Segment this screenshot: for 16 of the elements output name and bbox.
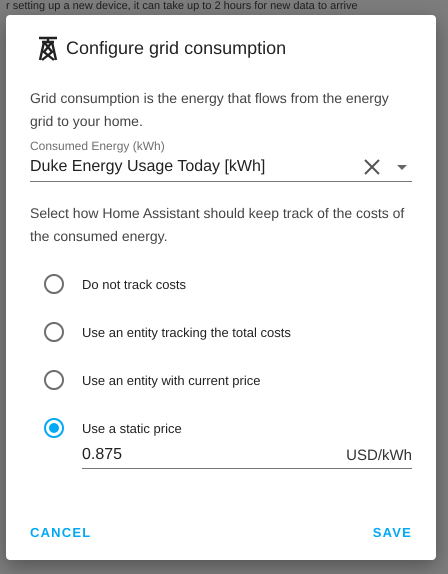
- radio-button[interactable]: [44, 418, 64, 438]
- transmission-tower-icon: [36, 35, 60, 61]
- radio-label: Do not track costs: [82, 276, 186, 292]
- radio-label: Use an entity tracking the total costs: [82, 324, 291, 340]
- radio-button[interactable]: [44, 274, 64, 294]
- radio-button[interactable]: [44, 370, 64, 390]
- radio-button[interactable]: [44, 322, 64, 342]
- cost-prompt-text: Select how Home Assistant should keep track of the costs of the consumed energy.: [30, 204, 406, 246]
- radio-label: Use a static price: [82, 420, 182, 436]
- entity-select-field[interactable]: Consumed Energy (kWh) Duke Energy Usage Today [kWh]: [30, 139, 412, 182]
- dialog-title: Configure grid consumption: [66, 38, 286, 58]
- background-notice: r setting up a new device, it can take up to 2 hours for new data to arrive: [6, 0, 359, 13]
- clear-icon[interactable]: [362, 157, 382, 177]
- radio-label: Use an entity with current price: [82, 372, 260, 388]
- description-text: Grid consumption is the energy that flows from the energy grid to your home.: [30, 89, 390, 131]
- price-input-field[interactable]: 0.875 USD/kWh: [82, 446, 412, 469]
